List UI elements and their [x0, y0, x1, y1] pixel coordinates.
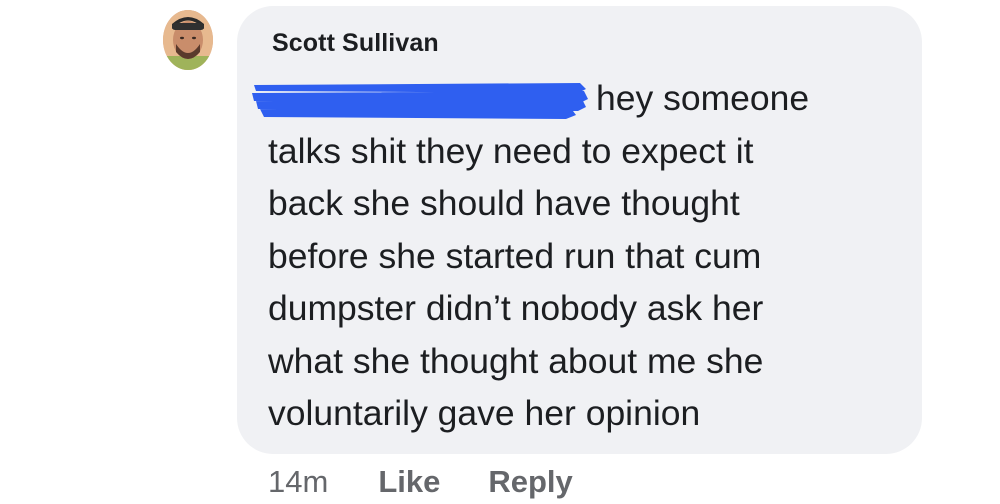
comment-timestamp[interactable]: 14m	[268, 464, 328, 500]
comment-text: hey someone talks shit they need to expe…	[252, 72, 908, 440]
comment-line-4: before she started run that cum	[268, 235, 762, 276]
avatar[interactable]	[163, 10, 213, 70]
reply-button[interactable]: Reply	[488, 464, 572, 500]
redaction-scribble	[252, 82, 588, 119]
comment-line-3: back she should have thought	[268, 183, 740, 223]
comment-line-6: what she thought about me she	[268, 340, 764, 381]
comment-screen: Scott Sullivan hey someone talks shit th…	[0, 0, 1000, 504]
comment-actions: 14m Like Reply	[268, 462, 621, 502]
comment-line-1: hey someone	[252, 72, 908, 125]
comment-line-text: hey someone	[596, 78, 810, 118]
redacted-mention	[250, 79, 590, 123]
comment-line-7: voluntarily gave her opinion	[268, 393, 701, 433]
comment-line-5: dumpster didn’t nobody ask her	[268, 288, 764, 328]
comment-line-2: talks shit they need to expect it	[268, 130, 754, 171]
profile-photo-icon	[163, 10, 213, 70]
like-button[interactable]: Like	[378, 464, 440, 500]
comment-author-name[interactable]: Scott Sullivan	[272, 29, 439, 58]
